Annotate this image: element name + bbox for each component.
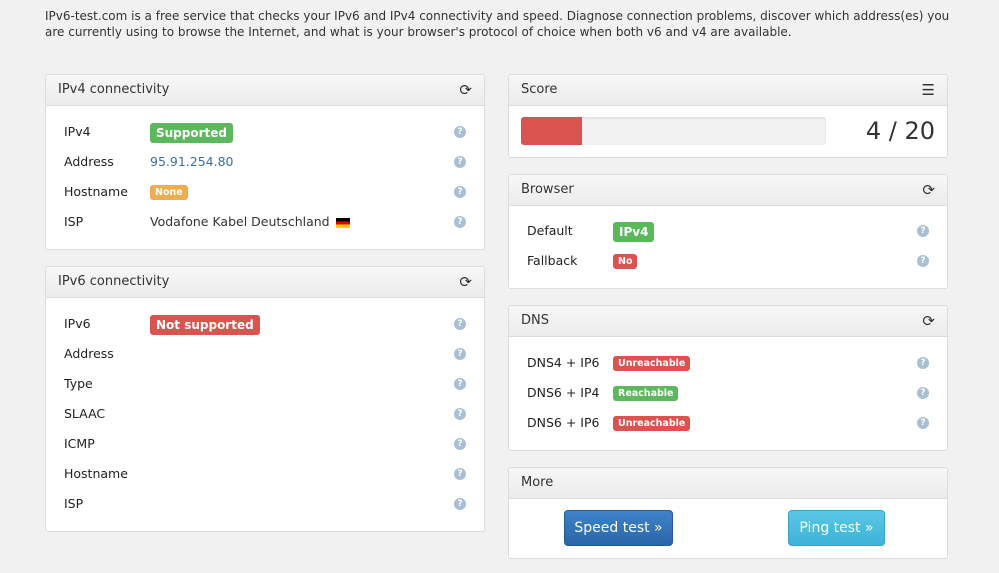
ipv4-panel-title: IPv4 connectivity <box>58 82 170 97</box>
score-panel-heading: Score ☰ <box>509 75 947 106</box>
slaac-label: SLAAC <box>64 406 106 421</box>
isp-label: ISP <box>64 214 84 229</box>
ipv4-panel-heading: IPv4 connectivity ⟳ <box>46 75 484 106</box>
dns4-ip6-label: DNS4 + IP6 <box>527 355 600 370</box>
ipv6-panel: IPv6 connectivity ⟳ IPv6 Not supported ?… <box>45 266 485 532</box>
slaac-row: SLAAC ? <box>46 399 484 429</box>
germany-flag-icon <box>335 217 350 228</box>
dns6-ip6-label: DNS6 + IP6 <box>527 415 600 430</box>
dns6-ip4-row: DNS6 + IP4 Reachable ? <box>509 378 947 408</box>
address-row: Address 95.91.254.80 ? <box>46 147 484 177</box>
status-badge: Supported <box>150 122 233 143</box>
dns6-ip6-row: DNS6 + IP6 Unreachable ? <box>509 408 947 438</box>
browser-panel: Browser ⟳ Default IPv4 ? Fallback No ? <box>508 174 948 289</box>
more-panel: More Speed test » Ping test » <box>508 467 948 559</box>
hostname-label: Hostname <box>64 184 128 199</box>
help-icon[interactable]: ? <box>454 156 466 168</box>
hostname-row: Hostname None ? <box>46 177 484 207</box>
refresh-icon[interactable]: ⟳ <box>922 175 935 205</box>
refresh-icon[interactable]: ⟳ <box>459 267 472 297</box>
ipv6-row: IPv6 Not supported ? <box>46 309 484 339</box>
icmp-row: ICMP ? <box>46 429 484 459</box>
help-icon[interactable]: ? <box>454 216 466 228</box>
speed-test-button[interactable]: Speed test » <box>564 510 673 546</box>
help-icon[interactable]: ? <box>454 378 466 390</box>
help-icon[interactable]: ? <box>454 498 466 510</box>
ipv6-panel-title: IPv6 connectivity <box>58 274 170 289</box>
help-icon[interactable]: ? <box>454 408 466 420</box>
score-progress-bar <box>521 117 826 145</box>
help-icon[interactable]: ? <box>454 318 466 330</box>
ipv6-panel-heading: IPv6 connectivity ⟳ <box>46 267 484 298</box>
ipv6-label: IPv6 <box>64 316 91 331</box>
dns6-ip4-badge: Reachable <box>613 386 679 401</box>
browser-panel-title: Browser <box>521 182 574 197</box>
dns-panel-title: DNS <box>521 313 549 328</box>
help-icon[interactable]: ? <box>454 468 466 480</box>
dns4-ip6-row: DNS4 + IP6 Unreachable ? <box>509 348 947 378</box>
isp-row: ISP Vodafone Kabel Deutschland ? <box>46 207 484 237</box>
type-row: Type ? <box>46 369 484 399</box>
browser-panel-heading: Browser ⟳ <box>509 175 947 206</box>
hostname-badge: None <box>150 185 188 200</box>
ping-test-button[interactable]: Ping test » <box>788 510 885 546</box>
ipv4-label: IPv4 <box>64 124 91 139</box>
icmp-label: ICMP <box>64 436 95 451</box>
dns6-ip6-badge: Unreachable <box>613 416 691 431</box>
default-label: Default <box>527 223 573 238</box>
list-icon[interactable]: ☰ <box>922 75 935 105</box>
default-row: Default IPv4 ? <box>509 216 947 246</box>
more-panel-heading: More <box>509 468 947 499</box>
fallback-label: Fallback <box>527 253 578 268</box>
refresh-icon[interactable]: ⟳ <box>459 75 472 105</box>
score-value: 4 / 20 <box>865 117 935 145</box>
score-panel-title: Score <box>521 82 558 97</box>
hostname-label: Hostname <box>64 466 128 481</box>
help-icon[interactable]: ? <box>917 357 929 369</box>
fallback-row: Fallback No ? <box>509 246 947 276</box>
type-label: Type <box>64 376 93 391</box>
dns6-ip4-label: DNS6 + IP4 <box>527 385 600 400</box>
dns4-ip6-badge: Unreachable <box>613 356 691 371</box>
ipv4-address-value[interactable]: 95.91.254.80 <box>150 147 234 177</box>
help-icon[interactable]: ? <box>917 417 929 429</box>
ipv4-panel: IPv4 connectivity ⟳ IPv4 Supported ? Add… <box>45 74 485 250</box>
address-label: Address <box>64 154 114 169</box>
more-panel-title: More <box>521 475 554 490</box>
score-progress-fill <box>521 117 582 145</box>
help-icon[interactable]: ? <box>454 348 466 360</box>
help-icon[interactable]: ? <box>454 438 466 450</box>
default-badge: IPv4 <box>613 221 655 242</box>
refresh-icon[interactable]: ⟳ <box>922 306 935 336</box>
isp-value: Vodafone Kabel Deutschland <box>150 214 330 229</box>
help-icon[interactable]: ? <box>454 186 466 198</box>
isp-label: ISP <box>64 496 84 511</box>
help-icon[interactable]: ? <box>454 126 466 138</box>
address-row: Address ? <box>46 339 484 369</box>
intro-text: IPv6-test.com is a free service that che… <box>45 9 950 39</box>
status-badge: Not supported <box>150 314 260 335</box>
fallback-badge: No <box>613 254 638 269</box>
hostname-row: Hostname ? <box>46 459 484 489</box>
help-icon[interactable]: ? <box>917 225 929 237</box>
isp-row: ISP ? <box>46 489 484 519</box>
dns-panel: DNS ⟳ DNS4 + IP6 Unreachable ? DNS6 + IP… <box>508 305 948 451</box>
ipv4-row: IPv4 Supported ? <box>46 117 484 147</box>
dns-panel-heading: DNS ⟳ <box>509 306 947 337</box>
score-panel: Score ☰ 4 / 20 <box>508 74 948 158</box>
help-icon[interactable]: ? <box>917 387 929 399</box>
address-label: Address <box>64 346 114 361</box>
help-icon[interactable]: ? <box>917 255 929 267</box>
